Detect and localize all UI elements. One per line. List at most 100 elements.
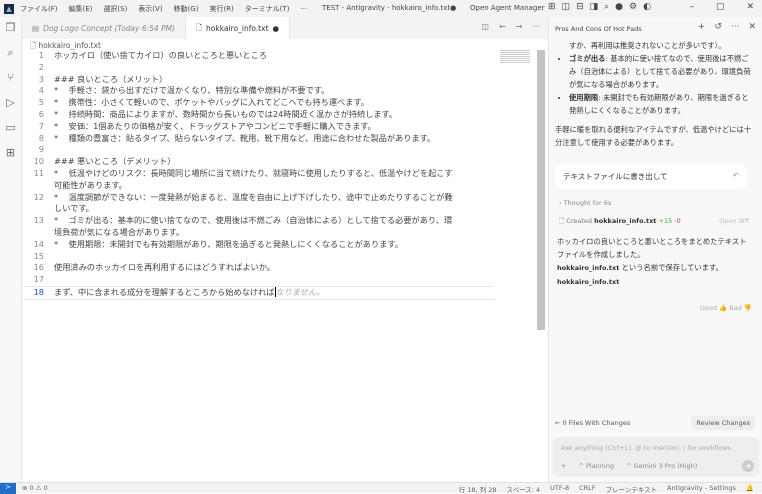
back-icon[interactable]: ←	[499, 22, 506, 31]
response-text: ホッカイロの良いところと悪いところをまとめたテキストファイルを作成しました。	[557, 237, 747, 259]
code-line[interactable]: 8 * 種類の豊富さ：貼るタイプ、貼らないタイプ、靴用、靴下用など、用途に合わせた…	[22, 133, 537, 145]
toggle-sidebar-icon[interactable]: ◫	[562, 2, 571, 12]
title-bar: ▲ ファイル(F) 編集(E) 選択(S) 表示(V) 移動(G) 実行(R) ターミナル(…	[0, 0, 762, 17]
menu-go[interactable]: 移動(G)	[174, 5, 199, 13]
search-icon[interactable]: ⌕	[604, 2, 609, 12]
extension-icon[interactable]: ●	[615, 2, 623, 12]
code-line[interactable]: 9	[22, 144, 537, 156]
code-line[interactable]: 2	[22, 62, 537, 74]
forward-icon[interactable]: →	[516, 22, 523, 31]
code-line[interactable]: 10 ### 悪いところ（デメリット）	[22, 156, 537, 168]
code-line[interactable]: 境負荷が気になる場合があります。	[22, 227, 537, 239]
code-line[interactable]: しいです。	[22, 203, 537, 215]
remote-icon[interactable]: ≻	[0, 482, 16, 494]
thought-toggle[interactable]: › Thought for 6s	[559, 199, 611, 207]
menu-run[interactable]: 実行(R)	[209, 5, 233, 13]
line-text: 使用済みのホッカイロを再利用するにはどうすればよいか。	[54, 262, 275, 273]
code-line[interactable]: 17	[22, 274, 537, 286]
warning-count: 0	[43, 484, 48, 492]
back-icon[interactable]: ←	[555, 419, 563, 427]
planning-label: Planning	[585, 462, 614, 470]
layout-icon[interactable]: ⊞	[548, 2, 556, 12]
code-line[interactable]: 6 * 持続時間：商品によりますが、数時間から長いものでは24時間近く温かさが持続…	[22, 109, 537, 121]
close-icon[interactable]: ✕	[746, 2, 754, 12]
minimize-icon[interactable]: –	[689, 2, 694, 12]
code-line[interactable]: 15	[22, 251, 537, 263]
search-icon[interactable]: ⌕	[0, 42, 21, 67]
code-line[interactable]: 13 * ゴミが出る：基本的に使い捨てなので、使用後は不燃ごみ（自治体による）とし…	[22, 215, 537, 227]
open-diff-button[interactable]: Open diff	[719, 217, 749, 225]
undo-icon[interactable]: ↶	[733, 171, 739, 180]
code-line[interactable]: 4 * 手軽さ：袋から出すだけで温かくなり、特別な準備や燃料が不要です。	[22, 85, 537, 97]
bad-feedback-button[interactable]: Bad	[729, 304, 742, 312]
chat-input-placeholder[interactable]: Ask anything (Ctrl+L), @ to mention, / f…	[561, 444, 731, 452]
line-text: 可能性があります。	[54, 179, 127, 190]
model-dropdown[interactable]: ^ Gemini 3 Pro (High)	[626, 462, 697, 470]
editor-tabs: ▤ Dog Logo Concept (Today 6:54 PM) 🗋 hokka…	[22, 17, 548, 39]
line-number	[22, 227, 54, 239]
editor-scrollbar[interactable]	[537, 50, 545, 330]
thumbs-down-icon[interactable]: 👎	[744, 304, 752, 312]
menu-edit[interactable]: 編集(E)	[69, 5, 93, 13]
new-chat-icon[interactable]: +	[698, 22, 706, 32]
breadcrumb-file[interactable]: hokkairo_info.txt	[38, 41, 100, 50]
menu-view[interactable]: 表示(V)	[138, 5, 162, 13]
review-changes-button[interactable]: Review Changes	[691, 416, 755, 430]
split-editor-icon[interactable]: ◫	[481, 22, 489, 31]
run-debug-icon[interactable]: ▷	[0, 92, 21, 117]
current-line[interactable]: 18 まず、中に含まれる成分を理解するところから始めなければ なりません。	[22, 285, 494, 300]
open-agent-manager-button[interactable]: Open Agent Manager	[470, 4, 545, 12]
remote-explorer-icon[interactable]: ▭	[0, 117, 21, 142]
code-line[interactable]: 16 使用済みのホッカイロを再利用するにはどうすればよいか。	[22, 262, 537, 274]
thumbs-up-icon[interactable]: 👍	[719, 304, 727, 312]
more-icon[interactable]: ···	[731, 22, 740, 32]
menu-bar: ファイル(F) 編集(E) 選択(S) 表示(V) 移動(G) 実行(R) ターミナル(T)…	[20, 4, 318, 14]
menu-terminal[interactable]: ターミナル(T)	[245, 5, 290, 13]
chat-input[interactable]: Ask anything (Ctrl+L), @ to mention, / f…	[553, 437, 759, 477]
code-line[interactable]: 3 ### 良いところ（メリット）	[22, 74, 537, 86]
problems-status[interactable]: ⊗ 0 ⚠ 0	[22, 484, 48, 492]
maximize-icon[interactable]: ▢	[716, 2, 725, 12]
toggle-secondary-sidebar-icon[interactable]: ◨	[590, 2, 599, 12]
more-icon[interactable]: ···	[532, 22, 540, 31]
window-title: TEST - Antigravity - hokkairo_info.txt●	[322, 4, 457, 12]
source-control-icon[interactable]: ⑂	[0, 67, 21, 92]
tab-hokkairo-info[interactable]: 🗋 hokkairo_info.txt ●	[186, 17, 291, 39]
explorer-icon[interactable]: ❐	[0, 17, 21, 42]
planning-mode-dropdown[interactable]: ^ Planning	[578, 462, 614, 470]
code-line[interactable]: 14 * 使用期限：未開封でも有効期限があり、期限を過ぎると発熱しにくくなることが…	[22, 239, 537, 251]
code-line[interactable]: 12 * 温度調節ができない：一度発熱が始まると、温度を自由に上げ下げしたり、途中…	[22, 192, 537, 204]
code-line[interactable]: 1 ホッカイロ（使い捨てカイロ）の良いところと悪いところ	[22, 50, 537, 62]
menu-selection[interactable]: 選択(S)	[103, 5, 127, 13]
avatar[interactable]: ◐	[643, 2, 651, 12]
files-changes-label[interactable]: 0 Files With Changes	[563, 419, 631, 427]
code-editor[interactable]: 1 ホッカイロ（使い捨てカイロ）の良いところと悪いところ 2 3 ### 良いところ（メ…	[22, 50, 537, 300]
menu-more[interactable]: ···	[301, 5, 308, 13]
created-file-row: 🗋 Created hokkairo_info.txt +15 -0 Open d…	[559, 217, 749, 228]
code-line[interactable]: 可能性があります。	[22, 180, 537, 192]
send-button[interactable]: ➜	[742, 460, 754, 472]
minimap[interactable]	[500, 50, 530, 64]
thought-label: Thought for 6s	[563, 199, 612, 207]
line-number: 11	[33, 167, 44, 178]
modified-dot[interactable]: ●	[273, 24, 280, 33]
extensions-icon[interactable]: ⊞	[0, 142, 21, 167]
code-line[interactable]: 7 * 安価：1個あたりの価格が安く、ドラッグストアやコンビニで手軽に購入できます…	[22, 121, 537, 133]
code-line[interactable]: 11 * 低温やけどのリスク：長時間同じ場所に当て続けたり、就寝時に使用したりする…	[22, 168, 537, 180]
good-feedback-button[interactable]: Good	[700, 304, 717, 312]
menu-file[interactable]: ファイル(F)	[20, 5, 58, 13]
tab-label: hokkairo_info.txt	[206, 23, 269, 33]
file-link[interactable]: hokkairo_info.txt	[557, 264, 619, 272]
code-line[interactable]: 5 * 携帯性：小さくて軽いので、ポケットやバッグに入れてどこへでも持ち運べます。	[22, 97, 537, 109]
settings-gear-icon[interactable]: ⚙	[629, 2, 637, 12]
created-file-link[interactable]: hokkairo_info.txt	[594, 217, 656, 225]
toggle-panel-icon[interactable]: ⊟	[576, 2, 584, 12]
tab-dog-logo-concept[interactable]: ▤ Dog Logo Concept (Today 6:54 PM)	[22, 17, 186, 39]
file-link[interactable]: hokkairo_info.txt	[557, 278, 619, 286]
add-context-icon[interactable]: +	[561, 462, 566, 470]
line-text: * 携帯性：小さくて軽いので、ポケットやバッグに入れてどこへでも持ち運べます。	[54, 97, 369, 108]
close-panel-icon[interactable]: ✕	[748, 22, 756, 32]
line-number	[22, 180, 54, 192]
history-icon[interactable]: ↺	[714, 22, 722, 32]
inline-suggestion[interactable]: なりません。	[276, 287, 325, 299]
